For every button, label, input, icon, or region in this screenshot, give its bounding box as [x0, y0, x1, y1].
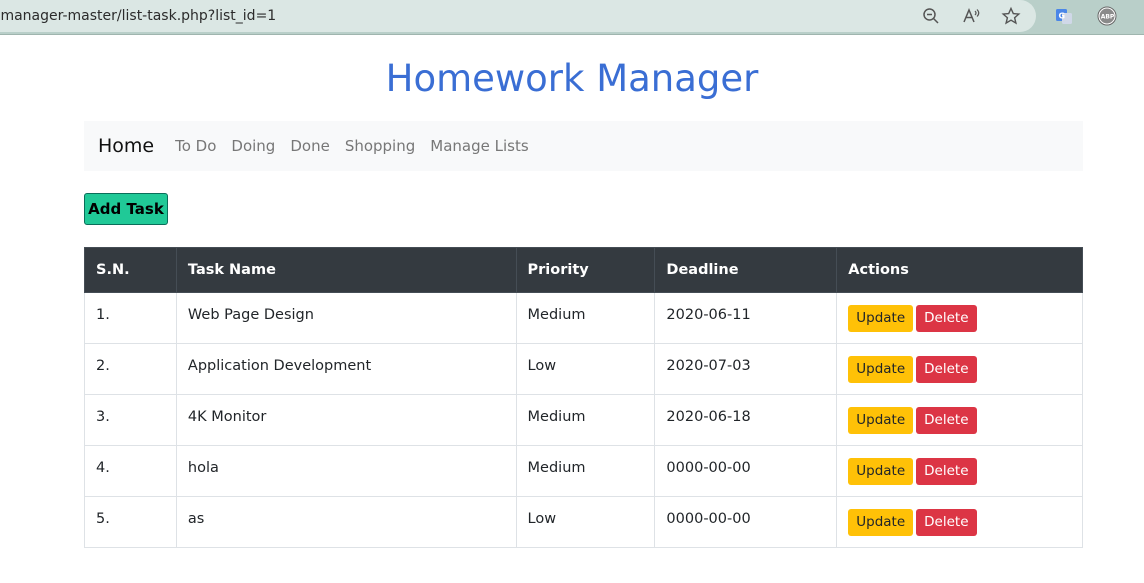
nav-link-done[interactable]: Done — [290, 137, 329, 155]
cell-task-name: as — [175, 496, 517, 548]
navbar: Home To Do Doing Done Shopping Manage Li… — [84, 121, 1083, 171]
delete-button[interactable]: Delete — [916, 508, 977, 536]
cell-actions: Update Delete — [836, 496, 1083, 548]
header-sn: S.N. — [84, 247, 177, 293]
nav-link-manage-lists[interactable]: Manage Lists — [430, 137, 528, 155]
table-header-row: S.N. Task Name Priority Deadline Actions — [84, 247, 1083, 293]
zoom-out-icon[interactable] — [921, 6, 941, 26]
page-title: Homework Manager — [385, 57, 759, 100]
cell-task-name: Web Page Design — [175, 292, 517, 344]
cell-sn: 1. — [84, 292, 177, 344]
cell-priority: Medium — [515, 394, 656, 446]
header-actions: Actions — [836, 247, 1083, 293]
cell-deadline: 2020-06-18 — [654, 394, 838, 446]
adblock-icon[interactable]: ABP — [1097, 6, 1117, 26]
delete-button[interactable]: Delete — [916, 457, 977, 485]
cell-task-name: 4K Monitor — [175, 394, 517, 446]
cell-sn: 4. — [84, 445, 177, 497]
header-task-name: Task Name — [175, 247, 517, 293]
header-deadline: Deadline — [654, 247, 838, 293]
cell-actions: Update Delete — [836, 394, 1083, 446]
cell-priority: Low — [515, 343, 656, 395]
delete-button[interactable]: Delete — [916, 406, 977, 434]
update-button[interactable]: Update — [848, 406, 914, 434]
nav-link-doing[interactable]: Doing — [231, 137, 275, 155]
delete-button[interactable]: Delete — [916, 355, 977, 383]
add-task-button[interactable]: Add Task — [84, 193, 168, 225]
delete-button[interactable]: Delete — [916, 304, 977, 332]
nav-link-shopping[interactable]: Shopping — [345, 137, 415, 155]
read-aloud-icon[interactable] — [961, 6, 981, 26]
cell-priority: Low — [515, 496, 656, 548]
table-row: 2. Application Development Low 2020-07-0… — [84, 343, 1083, 395]
url-text[interactable]: sk-manager-master/list-task.php?list_id=… — [0, 8, 276, 24]
table-row: 1. Web Page Design Medium 2020-06-11 Upd… — [84, 292, 1083, 344]
translate-icon[interactable]: G — [1054, 6, 1074, 26]
cell-deadline: 2020-06-11 — [654, 292, 838, 344]
cell-task-name: hola — [175, 445, 517, 497]
table-row: 4. hola Medium 0000-00-00 Update Delete — [84, 445, 1083, 497]
cell-deadline: 0000-00-00 — [654, 496, 838, 548]
table-row: 3. 4K Monitor Medium 2020-06-18 Update De… — [84, 394, 1083, 446]
table-row: 5. as Low 0000-00-00 Update Delete — [84, 496, 1083, 548]
cell-actions: Update Delete — [836, 292, 1083, 344]
cell-deadline: 2020-07-03 — [654, 343, 838, 395]
cell-task-name: Application Development — [175, 343, 517, 395]
update-button[interactable]: Update — [848, 508, 914, 536]
cell-sn: 2. — [84, 343, 177, 395]
cell-sn: 5. — [84, 496, 177, 548]
cell-actions: Update Delete — [836, 343, 1083, 395]
update-button[interactable]: Update — [848, 457, 914, 485]
nav-link-to-do[interactable]: To Do — [175, 137, 216, 155]
update-button[interactable]: Update — [848, 304, 914, 332]
cell-sn: 3. — [84, 394, 177, 446]
address-bar[interactable]: sk-manager-master/list-task.php?list_id=… — [0, 0, 1036, 32]
update-button[interactable]: Update — [848, 355, 914, 383]
browser-toolbar: sk-manager-master/list-task.php?list_id=… — [0, 0, 1144, 35]
header-priority: Priority — [515, 247, 656, 293]
svg-text:G: G — [1059, 12, 1066, 21]
svg-text:ABP: ABP — [1101, 13, 1115, 20]
favorite-star-icon[interactable] — [1001, 6, 1021, 26]
cell-deadline: 0000-00-00 — [654, 445, 838, 497]
cell-priority: Medium — [515, 445, 656, 497]
task-table: S.N. Task Name Priority Deadline Actions… — [84, 247, 1083, 548]
cell-actions: Update Delete — [836, 445, 1083, 497]
nav-home-link[interactable]: Home — [98, 135, 154, 157]
cell-priority: Medium — [515, 292, 656, 344]
